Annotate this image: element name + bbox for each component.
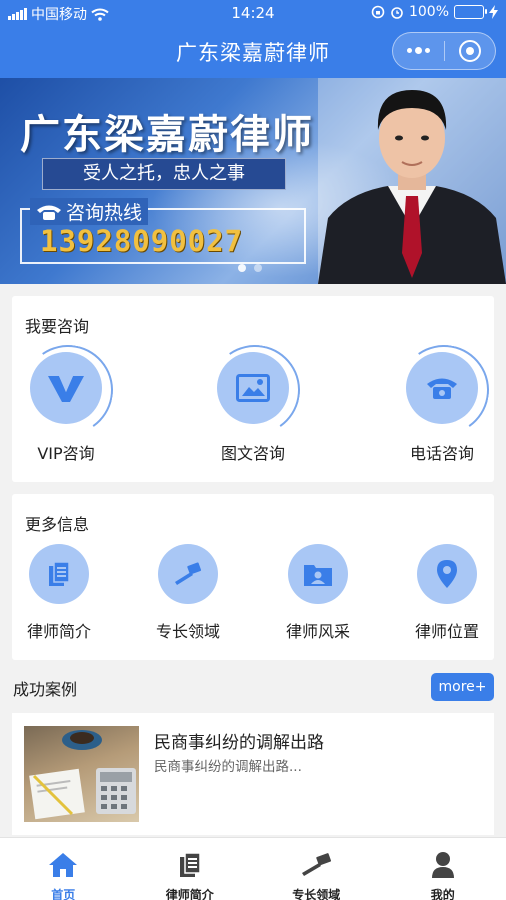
document-icon bbox=[49, 561, 70, 586]
hotline-label: 咨询热线 bbox=[30, 198, 149, 225]
consult-section: 我要咨询 VIP咨询 图文咨询 电话咨询 bbox=[12, 296, 494, 482]
alarm-icon bbox=[391, 7, 403, 19]
bottom-tab-bar: 首页 律师简介 专长领域 我的 bbox=[0, 837, 506, 900]
section-title: 成功案例 bbox=[13, 680, 78, 699]
mini-program-capsule bbox=[392, 32, 496, 70]
user-icon bbox=[431, 852, 454, 878]
case-description: 民商事纠纷的调解出路... bbox=[154, 759, 302, 775]
more-info-section: 更多信息 律师简介 专长领域 律师风采 律师位置 bbox=[12, 494, 494, 660]
info-label: 律师简介 bbox=[26, 622, 91, 641]
tab-mine[interactable]: 我的 bbox=[380, 838, 506, 900]
folder-person-icon bbox=[304, 565, 332, 586]
close-mini-program-button[interactable] bbox=[444, 33, 495, 69]
section-title: 我要咨询 bbox=[25, 317, 90, 336]
info-label: 律师位置 bbox=[414, 622, 479, 641]
consult-label: 图文咨询 bbox=[220, 444, 285, 463]
hotline-number: 13928090027 bbox=[40, 224, 244, 258]
case-list-item[interactable]: 民商事纠纷的调解出路 民商事纠纷的调解出路... bbox=[12, 713, 494, 835]
image-icon bbox=[236, 374, 270, 402]
target-icon bbox=[458, 40, 481, 62]
info-label: 律师风采 bbox=[285, 622, 350, 641]
phone-consult-button[interactable]: 电话咨询 bbox=[396, 352, 488, 464]
tab-label: 专长领域 bbox=[292, 888, 341, 900]
case-thumbnail bbox=[24, 726, 139, 822]
banner-carousel[interactable]: 广东梁嘉蔚律师 受人之托，忠人之事 咨询热线 13928090027 bbox=[0, 78, 506, 284]
section-title: 更多信息 bbox=[25, 515, 90, 534]
banner-indicator bbox=[238, 264, 262, 272]
consult-label: 电话咨询 bbox=[409, 444, 474, 463]
consult-label: VIP咨询 bbox=[37, 444, 95, 463]
telephone-icon bbox=[427, 378, 457, 399]
tab-label: 我的 bbox=[430, 888, 455, 900]
expertise-button[interactable]: 专长领域 bbox=[143, 544, 233, 642]
gavel-icon bbox=[302, 853, 332, 876]
gavel-icon bbox=[175, 562, 202, 585]
telephone-icon bbox=[37, 205, 61, 220]
home-icon bbox=[49, 853, 78, 877]
vip-consult-button[interactable]: VIP咨询 bbox=[20, 352, 112, 464]
tab-label: 律师简介 bbox=[165, 888, 214, 900]
lawyer-profile-button[interactable]: 律师简介 bbox=[14, 544, 104, 642]
status-bar: 中国移动 14:24 100% bbox=[0, 0, 506, 26]
banner-title: 广东梁嘉蔚律师 bbox=[20, 111, 314, 158]
document-icon bbox=[179, 852, 201, 877]
rotation-lock-icon bbox=[371, 5, 385, 19]
charging-icon bbox=[489, 5, 498, 19]
banner-slogan: 受人之托，忠人之事 bbox=[42, 158, 286, 190]
location-pin-icon bbox=[437, 560, 457, 588]
tab-home[interactable]: 首页 bbox=[0, 838, 127, 900]
tab-lawyer-profile[interactable]: 律师简介 bbox=[127, 838, 254, 900]
image-consult-button[interactable]: 图文咨询 bbox=[207, 352, 299, 464]
battery-icon bbox=[454, 5, 487, 19]
tab-expertise[interactable]: 专长领域 bbox=[253, 838, 380, 900]
more-cases-button[interactable]: more+ bbox=[431, 673, 494, 701]
battery-percent: 100% bbox=[408, 4, 449, 20]
lawyer-location-button[interactable]: 律师位置 bbox=[402, 544, 492, 642]
lawyer-gallery-button[interactable]: 律师风采 bbox=[273, 544, 363, 642]
tab-label: 首页 bbox=[51, 888, 76, 900]
nav-bar: 广东梁嘉蔚律师 bbox=[0, 26, 506, 78]
case-title: 民商事纠纷的调解出路 bbox=[154, 733, 324, 753]
lawyer-portrait bbox=[318, 78, 506, 284]
more-options-button[interactable] bbox=[393, 33, 444, 69]
vip-icon bbox=[48, 376, 84, 402]
more-dots-icon bbox=[406, 47, 430, 54]
info-label: 专长领域 bbox=[155, 622, 220, 641]
